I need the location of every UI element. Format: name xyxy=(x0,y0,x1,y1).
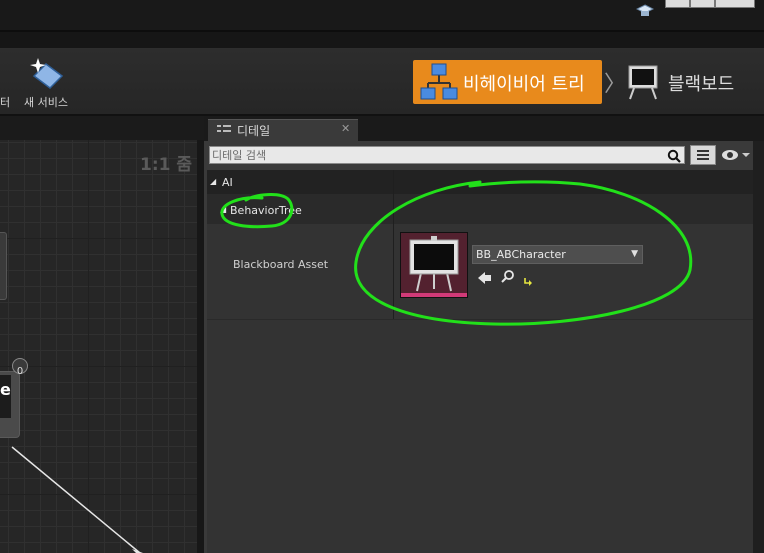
browse-back-icon[interactable] xyxy=(478,269,492,284)
graph-tab-strip xyxy=(0,116,204,140)
chevron-down-icon: ▼ xyxy=(631,249,638,259)
category-behaviortree-label: BehaviorTree xyxy=(230,204,302,217)
column-divider[interactable] xyxy=(393,170,394,320)
behavior-tree-icon xyxy=(420,61,458,101)
close-tab-icon[interactable]: ✕ xyxy=(341,122,350,135)
search-box[interactable] xyxy=(209,146,685,164)
menu-bar xyxy=(0,32,764,48)
graduation-cap-icon[interactable] xyxy=(635,3,655,17)
row-divider xyxy=(207,319,753,320)
blackboard-asset-label: Blackboard Asset xyxy=(233,258,329,271)
category-expand-icon[interactable]: ◢ xyxy=(220,205,226,214)
new-service-icon[interactable] xyxy=(26,56,66,92)
asset-value: BB_ABCharacter xyxy=(476,248,566,261)
splitter[interactable] xyxy=(197,140,204,553)
asset-type-bar xyxy=(401,293,467,297)
blackboard-mode-button[interactable]: 블랙보드 xyxy=(668,70,734,96)
zoom-label: 1:1 줌 xyxy=(140,155,193,175)
search-input[interactable] xyxy=(212,147,664,163)
toolbar-button-label-partial[interactable]: 터 xyxy=(0,94,10,110)
node-badge-text: 0 xyxy=(16,366,24,377)
details-tab-label: 디테일 xyxy=(237,124,271,138)
category-expand-icon[interactable]: ◢ xyxy=(210,177,216,186)
new-service-button[interactable]: 새 서비스 xyxy=(24,94,68,110)
node-badge: 0 xyxy=(12,358,28,377)
property-area xyxy=(207,170,753,553)
graph-node-text: e xyxy=(0,380,11,399)
category-ai-label: AI xyxy=(222,176,233,189)
close-icon[interactable] xyxy=(715,0,755,8)
behavior-tree-mode-label: 비헤이비어 트리 xyxy=(463,74,585,95)
blackboard-icon[interactable] xyxy=(626,63,662,101)
graph-canvas[interactable] xyxy=(0,140,197,553)
graph-node-top[interactable] xyxy=(0,232,7,300)
use-selected-icon[interactable] xyxy=(523,271,533,286)
scrollbar[interactable] xyxy=(753,141,764,553)
asset-thumbnail[interactable] xyxy=(400,232,468,298)
category-ai[interactable] xyxy=(207,170,753,194)
maximize-icon[interactable] xyxy=(690,0,715,8)
blackboard-asset-combo[interactable]: BB_ABCharacter ▼ xyxy=(472,245,643,264)
eye-icon[interactable] xyxy=(720,147,752,163)
chevron-right-icon: 〉 xyxy=(604,72,627,97)
blackboard-icon xyxy=(409,236,459,292)
grid-icon[interactable] xyxy=(690,145,716,165)
find-asset-icon[interactable] xyxy=(501,268,515,283)
minimize-icon[interactable] xyxy=(665,0,690,8)
details-icon xyxy=(216,122,232,136)
search-icon[interactable] xyxy=(667,148,681,167)
